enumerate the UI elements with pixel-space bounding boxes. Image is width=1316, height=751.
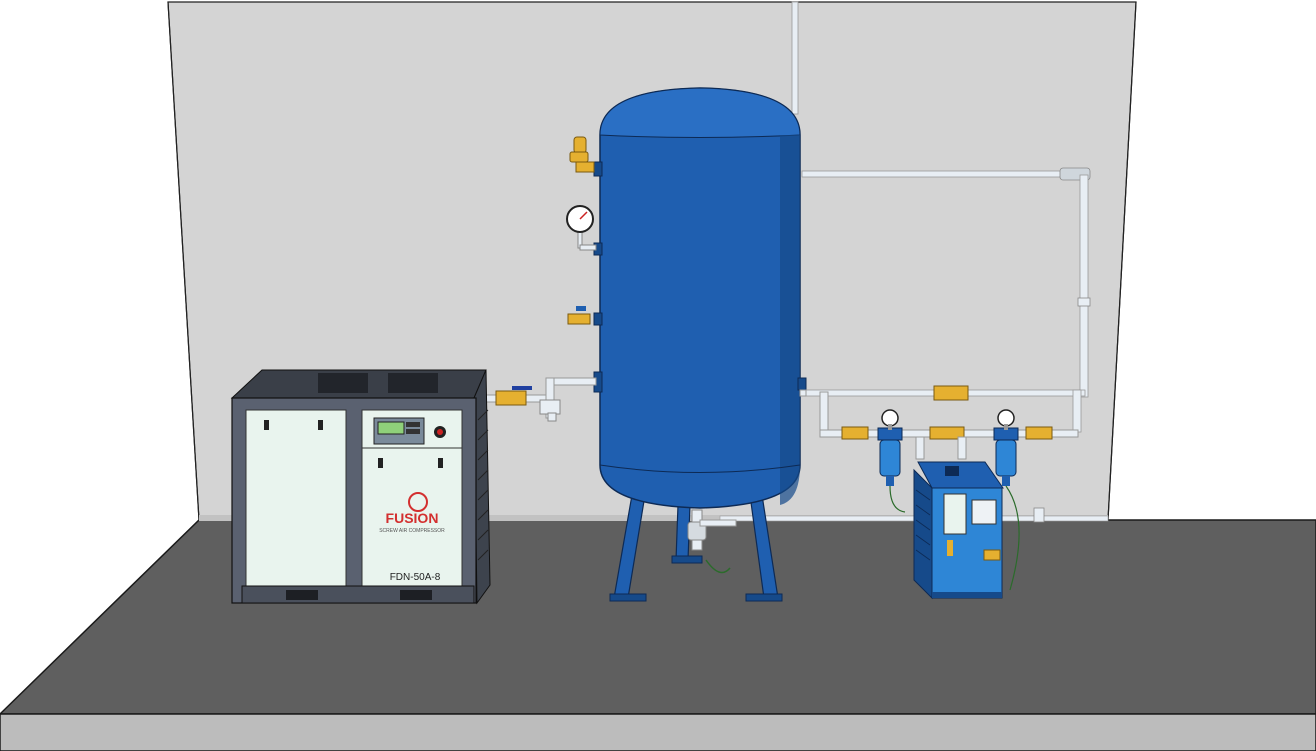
- model-label: FDN-50A-8: [390, 572, 441, 583]
- ceiling-pipe: [791, 1, 799, 115]
- floor: [0, 519, 1316, 751]
- brand-name: FUSION: [386, 510, 439, 526]
- screw-air-compressor: [230, 369, 491, 605]
- brand-subtitle: SCREW AIR COMPRESSOR: [379, 528, 445, 534]
- compressed-air-system-scene: FUSION SCREW AIR COMPRESSOR FDN-50A-8: [0, 1, 1316, 751]
